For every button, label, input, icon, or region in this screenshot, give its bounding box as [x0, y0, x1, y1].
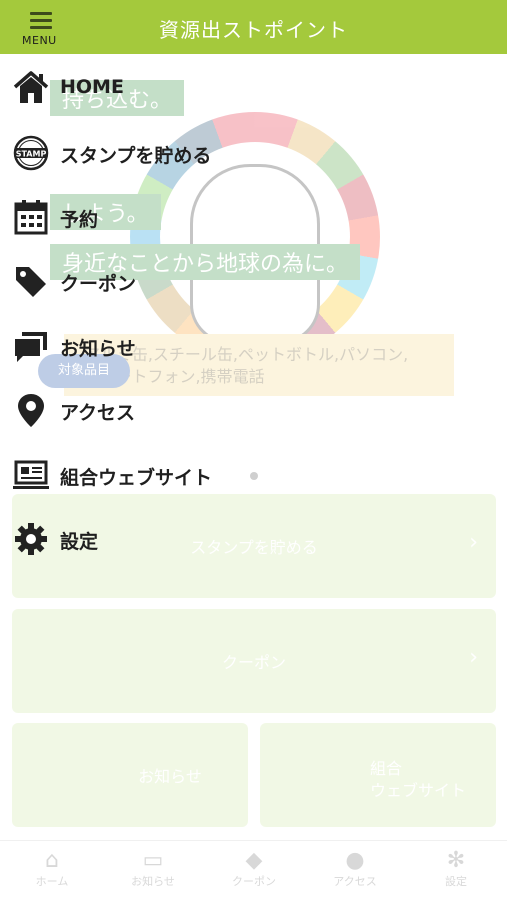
menu-item-website-label: 組合ウェブサイト	[60, 467, 213, 489]
tag-icon	[16, 267, 46, 297]
svg-text:STAMP: STAMP	[16, 150, 47, 159]
home-icon	[13, 71, 49, 103]
menu-item-coupon[interactable]: クーポン	[10, 259, 270, 303]
tab-home-label: ホーム	[35, 875, 69, 888]
menu-item-website[interactable]: 組合ウェブサイト	[10, 453, 270, 497]
website-card[interactable]: 組合 ウェブサイト	[260, 723, 496, 827]
tab-news-label: お知らせ	[131, 875, 175, 888]
tag-icon: ◆	[245, 848, 263, 873]
news-card-label: お知らせ	[138, 767, 202, 786]
tab-settings-label: 設定	[445, 875, 467, 888]
side-menu: HOME STAMP スタンプを貯める 予約 クーポン お知らせ アクセス 組合…	[0, 54, 507, 574]
tab-home[interactable]: ⌂ ホーム	[12, 849, 92, 889]
menu-item-home-label: HOME	[60, 76, 124, 98]
stamp-icon: STAMP	[13, 135, 49, 171]
menu-item-reservation[interactable]: 予約	[10, 195, 270, 239]
coupon-card[interactable]: クーポン ›	[12, 609, 496, 713]
app-header: MENU 資源出ストポイント	[0, 0, 507, 54]
menu-item-coupon-label: クーポン	[60, 273, 137, 295]
menu-item-access-label: アクセス	[60, 402, 136, 424]
tab-access[interactable]: ● アクセス	[315, 849, 395, 889]
chat-icon: ▭	[142, 848, 164, 873]
menu-item-settings[interactable]: 設定	[10, 517, 270, 561]
menu-item-news[interactable]: お知らせ	[10, 324, 270, 368]
monitor-icon	[13, 460, 49, 489]
gear-icon	[15, 523, 47, 555]
location-pin-icon	[18, 394, 44, 427]
page-title: 資源出ストポイント	[159, 18, 348, 42]
menu-item-home[interactable]: HOME	[10, 66, 270, 110]
news-card[interactable]: お知らせ	[12, 723, 248, 827]
tab-coupon-label: クーポン	[232, 875, 276, 888]
calendar-icon	[14, 200, 48, 235]
bottom-tab-bar: ⌂ ホーム ▭ お知らせ ◆ クーポン ● アクセス ✻ 設定	[0, 840, 507, 900]
menu-item-news-label: お知らせ	[60, 338, 136, 360]
gear-icon: ✻	[446, 848, 466, 873]
menu-item-settings-label: 設定	[60, 531, 99, 553]
menu-item-stamp[interactable]: STAMP スタンプを貯める	[10, 131, 270, 175]
tab-settings[interactable]: ✻ 設定	[416, 849, 496, 889]
location-pin-icon: ●	[345, 848, 365, 873]
menu-item-stamp-label: スタンプを貯める	[60, 145, 212, 167]
coupon-card-label: クーポン	[221, 653, 286, 672]
menu-item-access[interactable]: アクセス	[10, 388, 270, 432]
chat-icon	[15, 332, 47, 362]
website-card-label-1: 組合	[370, 759, 403, 778]
menu-item-reservation-label: 予約	[60, 209, 99, 231]
chevron-right-icon: ›	[469, 645, 478, 670]
tab-coupon[interactable]: ◆ クーポン	[214, 849, 294, 889]
home-icon: ⌂	[45, 848, 59, 873]
website-card-label-2: ウェブサイト	[370, 781, 467, 800]
tab-access-label: アクセス	[333, 875, 377, 888]
tab-news[interactable]: ▭ お知らせ	[113, 849, 193, 889]
